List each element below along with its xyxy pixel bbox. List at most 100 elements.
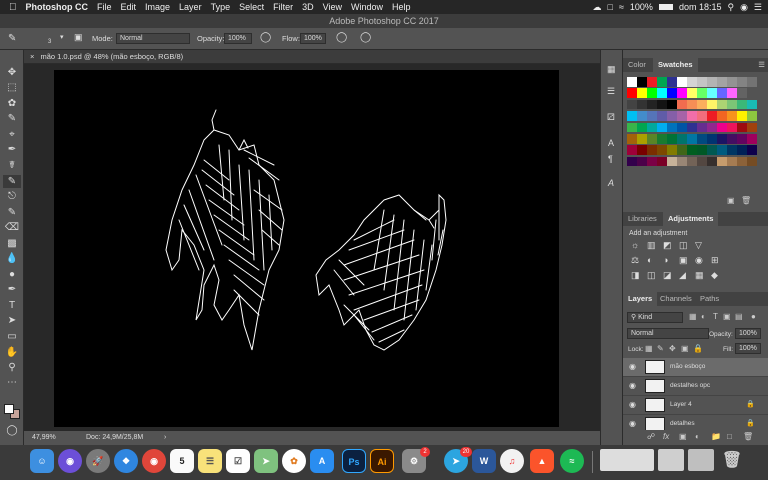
color-swatch[interactable] (717, 99, 727, 110)
notes-icon[interactable]: ☰ (198, 449, 222, 473)
color-swatch[interactable] (737, 77, 747, 87)
color-swatch[interactable] (687, 122, 697, 133)
layer-row[interactable]: ◉ Layer 4 🔒 (623, 396, 768, 415)
tab-layers[interactable]: Layers (623, 292, 658, 306)
adjustment-icon[interactable]: ☼ (631, 240, 639, 250)
menu-view[interactable]: View (323, 2, 342, 12)
opacity-input[interactable]: 100% (224, 33, 252, 44)
new-swatch-icon[interactable]: ▣ (727, 196, 735, 205)
color-swatch[interactable] (687, 88, 697, 98)
tab-color[interactable]: Color (623, 58, 651, 72)
blur-tool-icon[interactable]: 💧 (3, 252, 21, 265)
color-swatch[interactable] (747, 111, 757, 121)
filter-smart-icon[interactable]: ▤ (735, 312, 743, 321)
launchpad-icon[interactable]: 🚀 (86, 449, 110, 473)
character-panel-icon[interactable]: A (608, 138, 614, 148)
color-swatch[interactable] (737, 145, 747, 155)
layer-name[interactable]: destalhes opc (670, 382, 710, 389)
color-swatch[interactable] (677, 156, 687, 167)
history-brush-tool-icon[interactable]: ✎ (3, 206, 21, 219)
color-swatch[interactable] (637, 134, 647, 144)
tab-swatches[interactable]: Swatches (653, 58, 698, 72)
adjustment-icon[interactable]: ▥ (647, 240, 656, 251)
color-swatch[interactable] (647, 111, 657, 121)
layer-row[interactable]: ◉ mão esboço (623, 358, 768, 377)
color-swatch[interactable] (667, 156, 677, 167)
color-swatch[interactable] (737, 156, 747, 167)
color-swatch[interactable] (647, 77, 657, 87)
color-swatch[interactable] (627, 111, 637, 121)
dodge-tool-icon[interactable]: ● (3, 268, 21, 281)
color-swatch[interactable] (627, 134, 637, 144)
color-swatch[interactable] (637, 145, 647, 155)
fill-input[interactable]: 100% (735, 343, 761, 354)
lock-position-icon[interactable]: ✥ (669, 344, 676, 353)
color-swatch[interactable] (647, 134, 657, 144)
color-swatch[interactable] (657, 156, 667, 167)
adjustment-icon[interactable]: ◫ (679, 240, 688, 251)
color-swatch[interactable] (727, 122, 737, 133)
lock-image-icon[interactable]: ✎ (657, 344, 664, 353)
color-swatch[interactable] (677, 122, 687, 133)
color-swatch[interactable] (677, 134, 687, 144)
layer-name[interactable]: detalhes (670, 420, 695, 427)
color-swatch[interactable] (687, 99, 697, 110)
color-swatch[interactable] (687, 156, 697, 167)
color-swatch[interactable] (747, 145, 757, 155)
color-swatch[interactable] (697, 111, 707, 121)
color-swatch[interactable] (687, 77, 697, 87)
color-swatch[interactable] (647, 88, 657, 98)
creative-cloud-icon[interactable]: ☁ (593, 2, 602, 13)
color-swatch[interactable] (647, 122, 657, 133)
color-swatch[interactable] (677, 99, 687, 110)
color-swatch[interactable] (707, 134, 717, 144)
panel-menu-icon[interactable]: ☰ (758, 58, 765, 72)
color-swatch[interactable] (687, 111, 697, 121)
clone-stamp-tool-icon[interactable]: ⎋ (3, 190, 21, 203)
color-swatch[interactable] (637, 99, 647, 110)
filter-shape-icon[interactable]: ▣ (723, 312, 731, 321)
adjustment-icon[interactable]: ◑ (663, 255, 668, 265)
color-swatch[interactable] (667, 134, 677, 144)
color-swatch[interactable] (747, 88, 757, 98)
canvas-artwork[interactable] (54, 70, 559, 427)
delete-swatch-icon[interactable]: 🗑 (741, 196, 751, 205)
color-swatch[interactable] (647, 99, 657, 110)
lock-all-icon[interactable]: 🔒 (693, 344, 703, 353)
color-swatch[interactable] (697, 77, 707, 87)
color-swatch[interactable] (737, 122, 747, 133)
eraser-tool-icon[interactable]: ⌫ (3, 221, 21, 234)
link-layers-icon[interactable]: ☍ (647, 432, 655, 441)
color-swatch[interactable] (637, 111, 647, 121)
delete-layer-icon[interactable]: 🗑 (743, 432, 753, 441)
adjustment-icon[interactable]: ◪ (663, 270, 672, 281)
color-swatch[interactable] (737, 99, 747, 110)
color-swatch[interactable] (697, 122, 707, 133)
filter-type-icon[interactable]: T (713, 312, 718, 321)
new-adjustment-layer-icon[interactable]: ◐ (695, 432, 700, 441)
properties-panel-icon[interactable]: ☰ (607, 86, 615, 97)
display-icon[interactable]: □ (608, 2, 613, 12)
color-swatch[interactable] (747, 77, 757, 87)
adjustment-icon[interactable]: ⚖ (631, 255, 639, 266)
menu-type[interactable]: Type (211, 2, 231, 12)
color-swatch[interactable] (657, 77, 667, 87)
color-swatch[interactable] (667, 111, 677, 121)
new-layer-icon[interactable]: □ (727, 432, 732, 441)
brush-tool-preset-icon[interactable]: ✎ (8, 33, 16, 44)
marquee-tool-icon[interactable]: ⬚ (3, 81, 21, 94)
color-swatch[interactable] (687, 134, 697, 144)
glyphs-panel-icon[interactable]: A (608, 178, 614, 188)
brave-icon[interactable]: ▲ (530, 449, 554, 473)
adjustment-icon[interactable]: ▣ (679, 255, 688, 266)
color-swatch[interactable] (627, 122, 637, 133)
wifi-icon[interactable]: ≈ (619, 2, 624, 12)
color-swatch[interactable] (717, 145, 727, 155)
maps-icon[interactable]: ➤ (254, 449, 278, 473)
color-swatch[interactable] (687, 145, 697, 155)
color-swatch[interactable] (747, 156, 757, 167)
color-swatch[interactable] (627, 99, 637, 110)
color-swatch[interactable] (627, 145, 637, 155)
color-swatch[interactable] (727, 88, 737, 98)
path-selection-tool-icon[interactable]: ➤ (3, 314, 21, 327)
